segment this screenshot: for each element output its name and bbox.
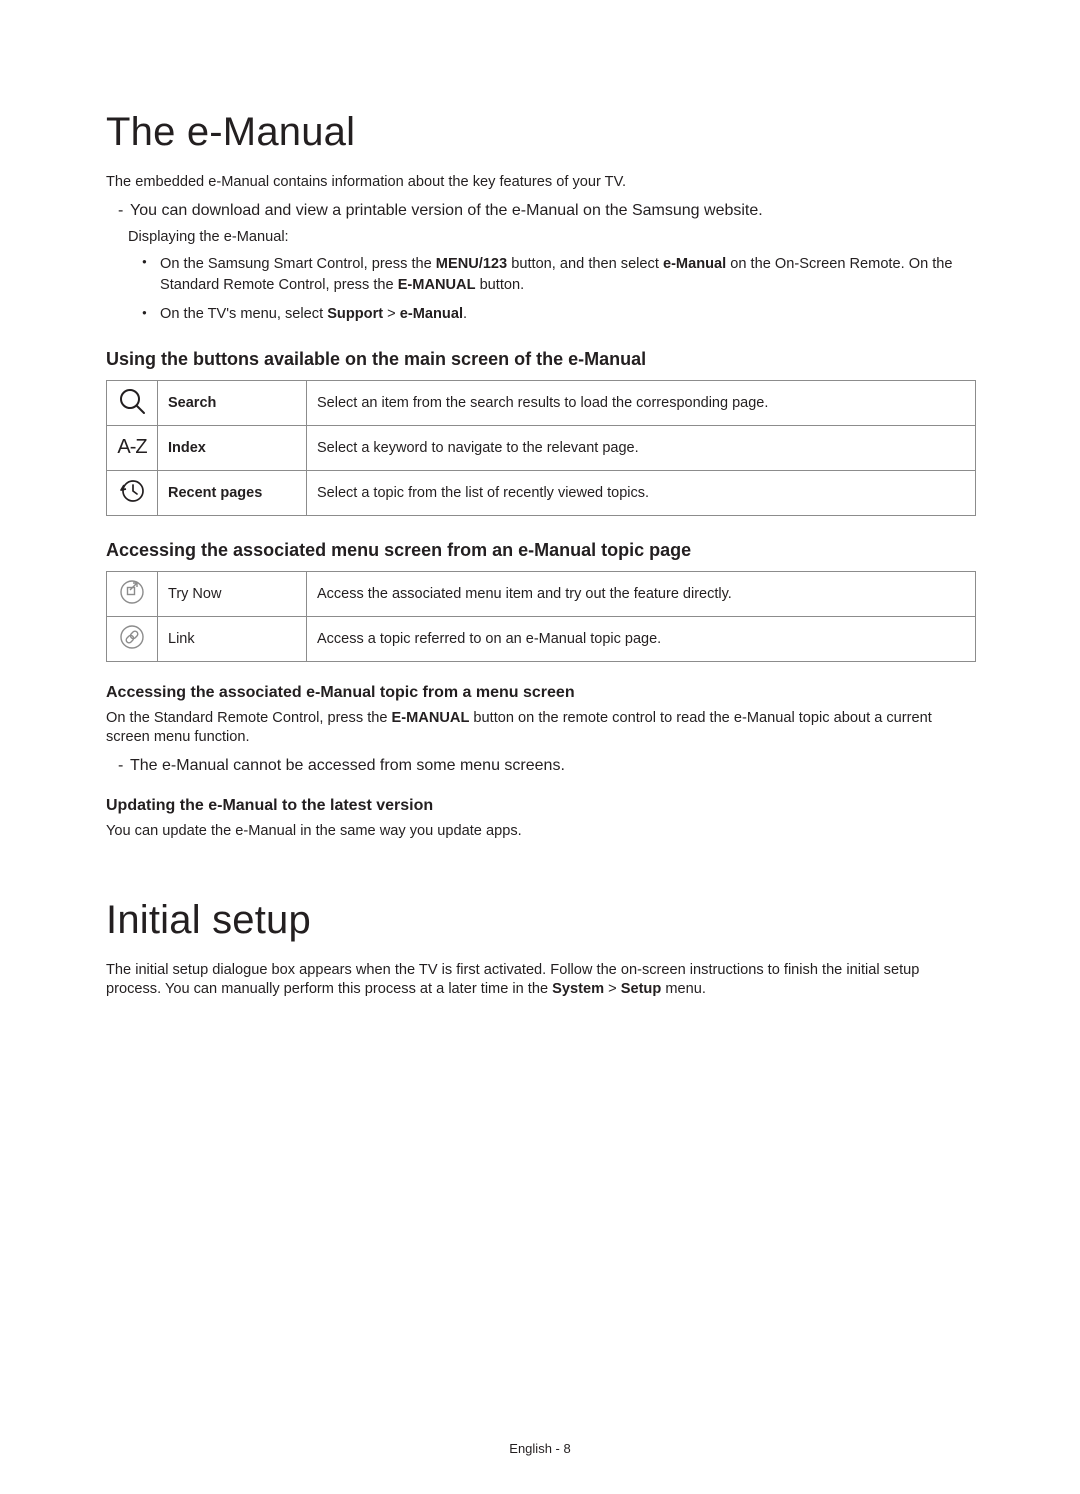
bold-support: Support — [327, 306, 383, 322]
bold-e-manual: e-Manual — [663, 256, 726, 272]
txt: The initial setup dialogue box appears w… — [106, 962, 919, 997]
cell-icon — [107, 470, 158, 515]
bold-system: System — [552, 981, 604, 997]
cell-icon: A-Z — [107, 425, 158, 470]
txt: On the TV's menu, select — [160, 306, 327, 322]
table-row: Try Now Access the associated menu item … — [107, 571, 976, 616]
heading-accessing-topic-from-menu: Accessing the associated e-Manual topic … — [106, 684, 976, 702]
subc-note: - The e-Manual cannot be accessed from s… — [106, 757, 565, 775]
cell-icon — [107, 616, 158, 661]
txt: menu. — [661, 981, 706, 997]
bold-e-manual-uc: E-MANUAL — [398, 277, 476, 293]
displaying-list: On the Samsung Smart Control, press the … — [106, 254, 976, 325]
txt: . — [463, 306, 467, 322]
table-row: Link Access a topic referred to on an e-… — [107, 616, 976, 661]
bold-e-manual-uc: E-MANUAL — [392, 710, 470, 726]
note-download: - You can download and view a printable … — [106, 202, 763, 220]
cell-desc: Select a topic from the list of recently… — [307, 470, 976, 515]
table-row: Recent pages Select a topic from the lis… — [107, 470, 976, 515]
gt: > — [383, 306, 400, 322]
intro-text: The embedded e-Manual contains informati… — [106, 173, 976, 192]
note-download-text: You can download and view a printable ve… — [130, 202, 763, 219]
subc-para: On the Standard Remote Control, press th… — [106, 709, 976, 748]
recent-history-icon — [117, 476, 147, 506]
heading-using-buttons: Using the buttons available on the main … — [106, 349, 976, 370]
search-icon — [117, 386, 147, 416]
subd-para: You can update the e-Manual in the same … — [106, 822, 976, 841]
heading-updating-emanual: Updating the e-Manual to the latest vers… — [106, 797, 976, 815]
txt: On the Samsung Smart Control, press the — [160, 256, 436, 272]
table-main-buttons: Search Select an item from the search re… — [106, 380, 976, 516]
txt: button. — [476, 277, 525, 293]
footer-language: English — [509, 1441, 552, 1456]
displaying-item-1: On the Samsung Smart Control, press the … — [160, 254, 976, 296]
displaying-label: Displaying the e-Manual: — [106, 228, 976, 247]
heading-initial-setup: Initial setup — [106, 898, 976, 943]
txt: button, and then select — [507, 256, 663, 272]
cell-label: Link — [158, 616, 307, 661]
cell-desc: Select a keyword to navigate to the rele… — [307, 425, 976, 470]
bold-setup: Setup — [621, 981, 662, 997]
displaying-item-2: On the TV's menu, select Support > e-Man… — [160, 304, 976, 325]
cell-icon — [107, 571, 158, 616]
heading-accessing-menu-from-topic: Accessing the associated menu screen fro… — [106, 540, 976, 561]
table-topic-buttons: Try Now Access the associated menu item … — [106, 571, 976, 662]
try-now-icon — [119, 579, 145, 605]
cell-label: Index — [158, 425, 307, 470]
heading-the-e-manual: The e-Manual — [106, 110, 976, 155]
cell-desc: Access the associated menu item and try … — [307, 571, 976, 616]
footer-sep: - — [552, 1441, 564, 1456]
cell-desc: Access a topic referred to on an e-Manua… — [307, 616, 976, 661]
page-footer: English - 8 — [0, 1441, 1080, 1456]
cell-label: Search — [158, 380, 307, 425]
txt: The e-Manual cannot be accessed from som… — [130, 757, 565, 774]
gt: > — [604, 981, 621, 997]
table-row: Search Select an item from the search re… — [107, 380, 976, 425]
link-icon — [119, 624, 145, 650]
cell-icon — [107, 380, 158, 425]
cell-desc: Select an item from the search results t… — [307, 380, 976, 425]
initial-setup-para: The initial setup dialogue box appears w… — [106, 961, 976, 1000]
footer-page-number: 8 — [563, 1441, 570, 1456]
table-row: A-Z Index Select a keyword to navigate t… — [107, 425, 976, 470]
txt: On the Standard Remote Control, press th… — [106, 710, 392, 726]
cell-label: Try Now — [158, 571, 307, 616]
cell-label: Recent pages — [158, 470, 307, 515]
bold-e-manual: e-Manual — [400, 306, 463, 322]
index-az-icon: A-Z — [117, 436, 146, 459]
bold-menu123: MENU/123 — [436, 256, 507, 272]
